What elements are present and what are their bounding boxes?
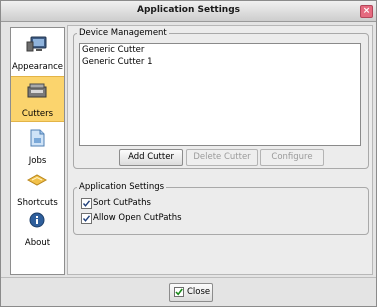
- sidebar-item-cutters[interactable]: Cutters: [11, 76, 64, 122]
- device-management-title: Device Management: [77, 28, 169, 38]
- checkbox-box[interactable]: [81, 198, 92, 209]
- monitor-icon: [26, 34, 48, 54]
- sidebar-item-label: Jobs: [28, 156, 47, 166]
- sidebar-item-label: Cutters: [21, 109, 54, 119]
- check-icon: [174, 287, 184, 297]
- sidebar-item-jobs[interactable]: Jobs: [11, 124, 64, 168]
- info-icon: [26, 210, 48, 230]
- add-cutter-button[interactable]: Add Cutter: [119, 149, 183, 166]
- checkbox-label: Allow Open CutPaths: [93, 213, 182, 223]
- window-title: Application Settings: [136, 5, 241, 15]
- close-button[interactable]: Close: [169, 283, 213, 302]
- keyboard-icon: [26, 170, 48, 190]
- checkbox-label: Sort CutPaths: [93, 198, 151, 208]
- checkbox-box[interactable]: [81, 213, 92, 224]
- cutter-list[interactable]: Generic Cutter Generic Cutter 1: [79, 43, 361, 146]
- footer-divider: [1, 277, 376, 278]
- close-button-label: Close: [187, 287, 211, 297]
- sidebar-item-appearance[interactable]: Appearance: [11, 30, 64, 74]
- title-bar[interactable]: Application Settings ×: [1, 1, 376, 22]
- sidebar-item-label: Appearance: [11, 62, 64, 72]
- checkmark-icon: [82, 215, 91, 222]
- delete-cutter-button[interactable]: Delete Cutter: [186, 149, 258, 166]
- checkmark-icon: [82, 200, 91, 207]
- settings-window: Application Settings × Appearance Cutter…: [0, 0, 377, 307]
- application-settings-group: Application Settings: [73, 182, 369, 235]
- sidebar-item-about[interactable]: About: [11, 206, 64, 250]
- settings-sidebar: Appearance Cutters Jobs Shortcuts About: [10, 27, 65, 275]
- allow-open-cutpaths-checkbox[interactable]: Allow Open CutPaths: [81, 212, 221, 224]
- application-settings-title: Application Settings: [77, 182, 167, 192]
- sort-cutpaths-checkbox[interactable]: Sort CutPaths: [81, 197, 201, 209]
- document-icon: [26, 128, 48, 148]
- window-close-icon[interactable]: ×: [360, 5, 373, 18]
- list-item[interactable]: Generic Cutter: [80, 44, 360, 56]
- cutter-icon: [26, 81, 48, 101]
- sidebar-item-shortcuts[interactable]: Shortcuts: [11, 166, 64, 210]
- sidebar-item-label: About: [24, 238, 51, 248]
- configure-button[interactable]: Configure: [260, 149, 324, 166]
- list-item[interactable]: Generic Cutter 1: [80, 56, 360, 68]
